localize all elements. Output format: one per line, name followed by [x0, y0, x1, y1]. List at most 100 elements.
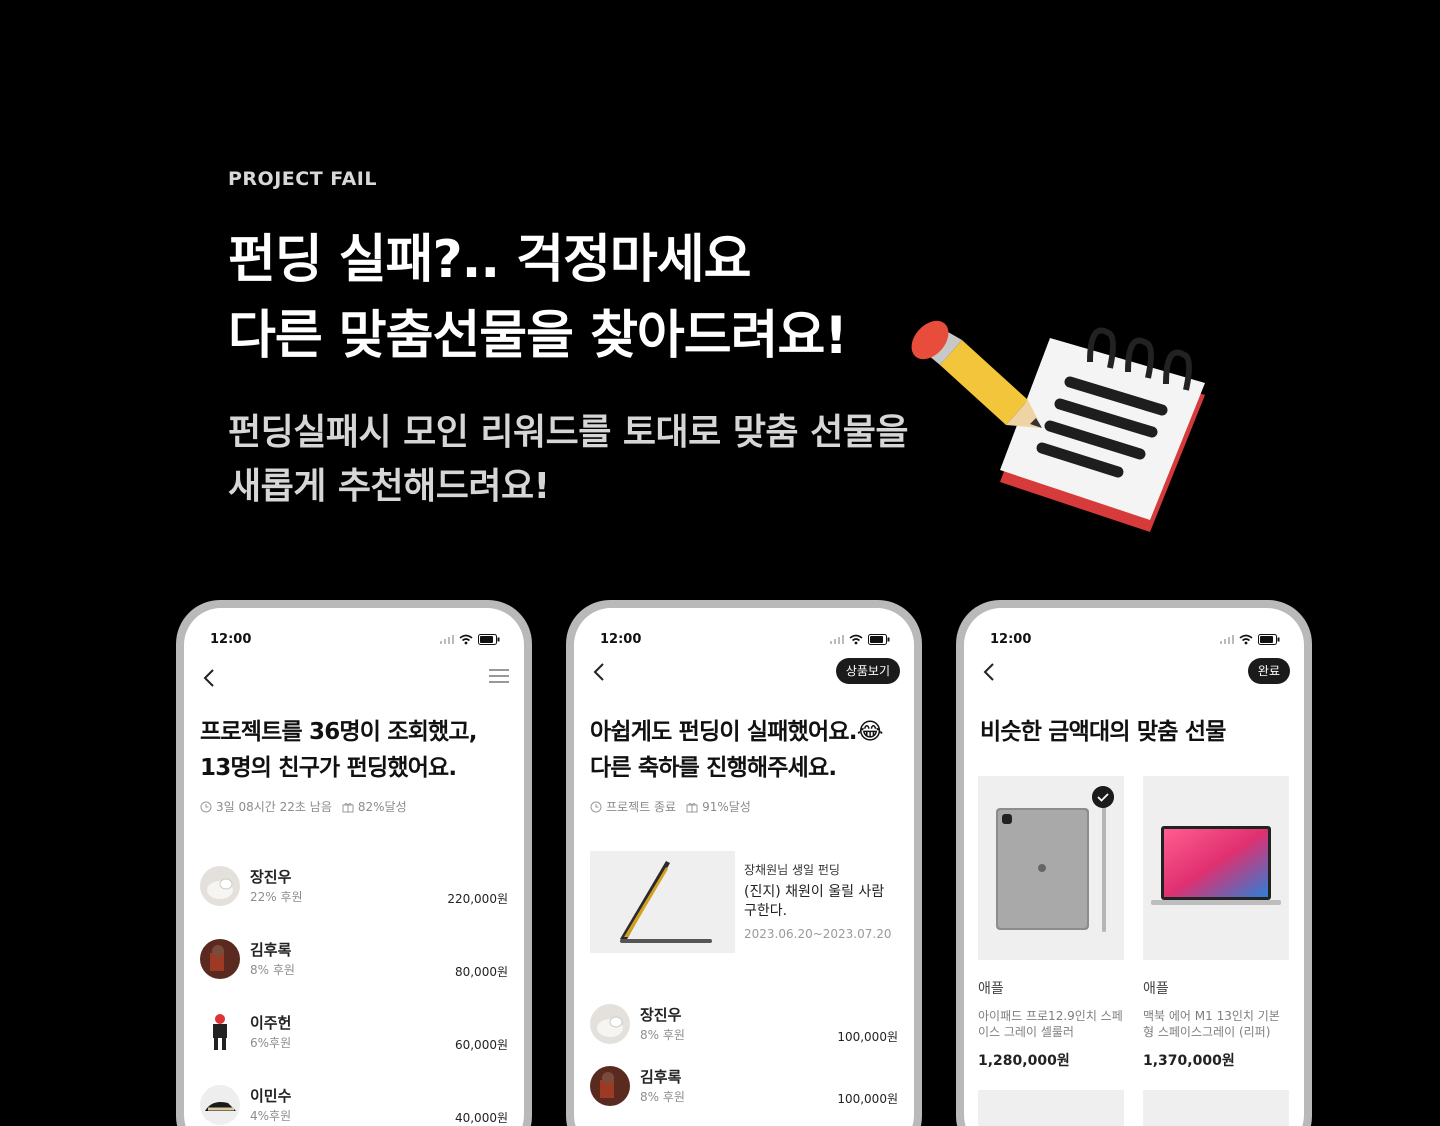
product-date: 2023.06.20~2023.07.20 [744, 927, 892, 941]
donor-name: 이민수 [250, 1087, 292, 1105]
product-brand: 애플 [978, 981, 1004, 997]
status-bar: 12:00 [600, 630, 890, 648]
gift-card-placeholder[interactable] [978, 1090, 1124, 1126]
subheadline: 펀딩실패시 모인 리워드를 토대로 맞춤 선물을 새롭게 추천해드려요! [228, 406, 908, 514]
status-time: 12:00 [210, 631, 252, 647]
gift-card[interactable]: 애플 아이패드 프로12.9인치 스페이스 그레이 셀룰러 1,280,000원 [978, 776, 1124, 1070]
gift-icon [342, 802, 354, 812]
title-line-2: 다른 축하를 진행해주세요. [590, 755, 837, 781]
product-brand: 애플 [1143, 981, 1169, 997]
donor-percent: 4%후원 [250, 1109, 292, 1123]
signal-icon [830, 635, 844, 644]
clock-icon [200, 801, 212, 812]
donor-amount: 100,000원 [837, 1030, 898, 1044]
macbook-image [1151, 826, 1281, 905]
check-icon[interactable] [1092, 786, 1114, 808]
funding-meta: 프로젝트 종료 91%달성 [590, 798, 751, 815]
product-label: 장채원님 생일 펀딩 [744, 863, 840, 877]
donor-name: 이주헌 [250, 1014, 292, 1032]
back-chevron-icon[interactable] [198, 666, 222, 690]
eyebrow: PROJECT FAIL [228, 168, 377, 190]
avatar [200, 1012, 240, 1052]
phone-screen: 12:00 완료 비슷한 금액대의 맞춤 선물 애플 아이패드 프로12.9인치… [964, 608, 1304, 1126]
donor-amount: 100,000원 [837, 1092, 898, 1106]
donor-percent: 8% 후원 [640, 1028, 685, 1042]
list-item[interactable]: 이민수 4%후원 40,000원 [200, 1085, 508, 1126]
headline-line-2: 다른 맞춤선물을 찾아드려요! [228, 306, 848, 366]
done-button[interactable]: 완료 [1247, 658, 1290, 684]
signal-icon [440, 635, 454, 644]
product-name: 아이패드 프로12.9인치 스페이스 그레이 셀룰러 [978, 1009, 1123, 1039]
product-price: 1,280,000원 [978, 1053, 1070, 1069]
page-title: 비슷한 금액대의 맞춤 선물 [980, 719, 1226, 745]
laptop-image [620, 861, 712, 943]
avatar [590, 1004, 630, 1044]
list-item[interactable]: 장진우 8% 후원 100,000원 [590, 1004, 898, 1048]
headline-line-1: 펀딩 실패?.. 걱정마세요 [228, 230, 751, 290]
gift-card[interactable]: 애플 맥북 에어 M1 13인치 기본형 스페이스그레이 (리퍼) 1,370,… [1143, 776, 1289, 1070]
wifi-icon [849, 634, 863, 644]
donor-amount: 80,000원 [454, 965, 508, 979]
goal-percent: 91%달성 [702, 800, 751, 814]
notepad-icon [1000, 327, 1205, 532]
headline: 펀딩 실패?.. 걱정마세요 다른 맞춤선물을 찾아드려요! [228, 222, 848, 374]
title-line-2: 13명의 친구가 펀딩했어요. [200, 755, 457, 781]
phone-funding-failed: 12:00 상품보기 아쉽게도 펀딩이 실패했어요.😂 다른 축하를 진행해주세… [566, 600, 922, 1126]
donor-amount: 60,000원 [454, 1038, 508, 1052]
battery-icon [478, 633, 500, 645]
subheadline-line-2: 새롭게 추천해드려요! [228, 466, 550, 507]
product-image [1143, 776, 1289, 960]
list-item[interactable]: 이주헌 6%후원 60,000원 [200, 1012, 508, 1056]
signal-icon [1220, 635, 1234, 644]
gift-card-placeholder[interactable] [1143, 1090, 1289, 1126]
donor-percent: 6%후원 [250, 1036, 292, 1050]
donor-amount: 220,000원 [447, 892, 508, 906]
funding-product-card[interactable]: 장채원님 생일 펀딩 (진지) 채원이 울릴 사람 구한다. 2023.06.2… [590, 851, 900, 953]
goal-percent: 82%달성 [357, 800, 407, 814]
donor-name: 김후록 [250, 941, 292, 959]
phone-gift-recommendation: 12:00 완료 비슷한 금액대의 맞춤 선물 애플 아이패드 프로12.9인치… [956, 600, 1312, 1126]
project-status: 프로젝트 종료 [606, 800, 677, 814]
back-chevron-icon[interactable] [588, 660, 612, 684]
title-line-1: 프로젝트를 36명이 조회했고, [200, 719, 478, 745]
avatar [590, 1066, 630, 1106]
title-line-1: 아쉽게도 펀딩이 실패했어요.😂 [590, 719, 884, 745]
status-bar: 12:00 [210, 630, 500, 648]
page-title: 프로젝트를 36명이 조회했고, 13명의 친구가 펀딩했어요. [200, 714, 478, 786]
wifi-icon [459, 634, 473, 644]
status-time: 12:00 [990, 631, 1032, 647]
view-product-button[interactable]: 상품보기 [835, 658, 900, 684]
list-item[interactable]: 김후록 8% 후원 80,000원 [200, 939, 508, 983]
donor-name: 장진우 [640, 1006, 682, 1024]
subheadline-line-1: 펀딩실패시 모인 리워드를 토대로 맞춤 선물을 [228, 412, 908, 453]
product-name: 맥북 에어 M1 13인치 기본형 스페이스그레이 (리퍼) [1143, 1009, 1280, 1039]
battery-icon [1258, 633, 1280, 645]
status-bar: 12:00 [990, 630, 1280, 648]
clock-icon [590, 801, 602, 812]
battery-icon [868, 633, 890, 645]
pencil-notepad-illustration [911, 320, 1205, 532]
avatar [200, 1085, 240, 1125]
product-title: (진지) 채원이 울릴 사람 구한다. [744, 884, 885, 919]
donor-amount: 40,000원 [454, 1111, 508, 1125]
funding-meta: 3일 08시간 22초 남음 82%달성 [200, 798, 407, 815]
gift-icon [686, 802, 698, 812]
donor-percent: 8% 후원 [250, 963, 295, 977]
avatar [200, 866, 240, 906]
list-item[interactable]: 장진우 22% 후원 220,000원 [200, 866, 508, 910]
product-price: 1,370,000원 [1143, 1053, 1235, 1069]
phone-screen: 12:00 상품보기 아쉽게도 펀딩이 실패했어요.😂 다른 축하를 진행해주세… [574, 608, 914, 1126]
phone-funding-status: 12:00 프로젝트를 36명이 조회했고, 13명의 친구가 펀딩했어요. 3… [176, 600, 532, 1126]
donor-name: 김후록 [640, 1068, 682, 1086]
phone-screen: 12:00 프로젝트를 36명이 조회했고, 13명의 친구가 펀딩했어요. 3… [184, 608, 524, 1126]
menu-icon[interactable] [488, 666, 510, 686]
avatar [200, 939, 240, 979]
page-title: 아쉽게도 펀딩이 실패했어요.😂 다른 축하를 진행해주세요. [590, 714, 884, 786]
pencil-icon [911, 320, 1042, 428]
back-chevron-icon[interactable] [978, 660, 1002, 684]
list-item[interactable]: 김후록 8% 후원 100,000원 [590, 1066, 898, 1110]
time-left: 3일 08시간 22초 남음 [216, 800, 332, 814]
product-image [978, 776, 1124, 960]
wifi-icon [1239, 634, 1253, 644]
donor-percent: 8% 후원 [640, 1090, 685, 1104]
